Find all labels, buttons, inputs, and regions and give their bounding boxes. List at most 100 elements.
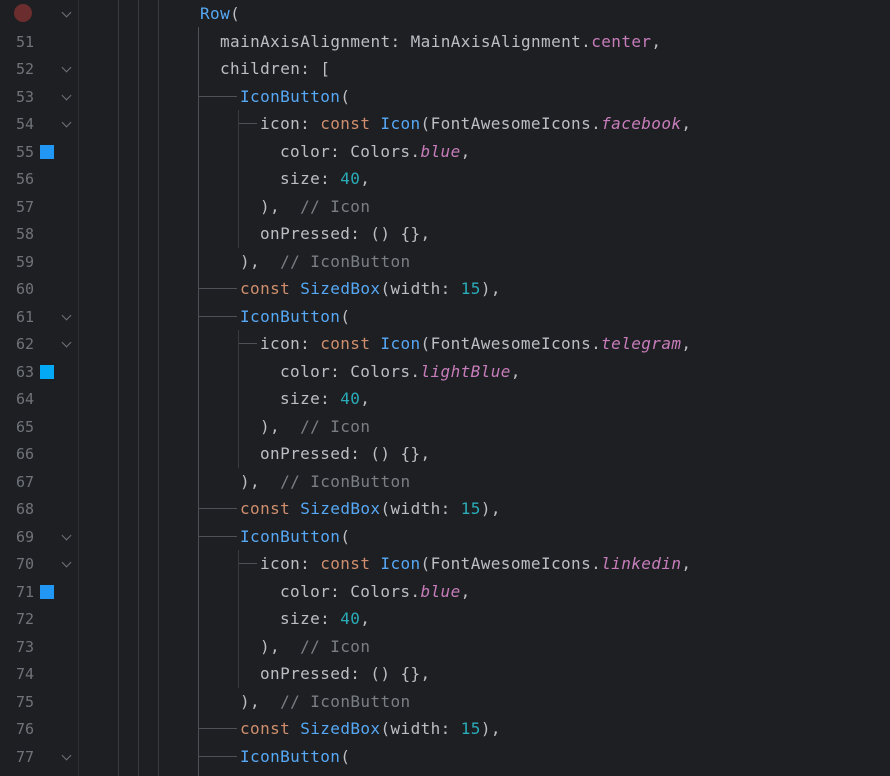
code-line[interactable]: 72 size: 40, [0, 605, 890, 633]
code-text[interactable]: onPressed: () {}, [260, 664, 431, 683]
code-text[interactable]: size: 40, [280, 389, 370, 408]
color-swatch-icon[interactable] [40, 144, 54, 159]
code-text[interactable]: IconButton( [240, 747, 350, 766]
tree-connector [198, 755, 237, 757]
code-line[interactable]: 55 color: Colors.blue, [0, 138, 890, 166]
code-text[interactable]: onPressed: () {}, [260, 444, 431, 463]
code-token: color: Colors. [280, 141, 421, 161]
code-text[interactable]: IconButton( [240, 307, 350, 326]
code-token: // IconButton [280, 691, 411, 711]
code-line[interactable]: 73), // Icon [0, 633, 890, 661]
code-token: ), [260, 416, 301, 436]
code-line[interactable]: 51 mainAxisAlignment: MainAxisAlignment.c… [0, 28, 890, 56]
code-token: icon: [260, 554, 321, 573]
fold-chevron-icon[interactable] [61, 530, 72, 540]
code-token: const [240, 499, 301, 518]
fold-chevron-icon[interactable] [61, 90, 72, 100]
code-token: IconButton [240, 86, 341, 106]
code-line[interactable]: 74 onPressed: () {}, [0, 660, 890, 688]
code-line[interactable]: 61 IconButton( [0, 303, 890, 331]
line-number: 51 [15, 32, 34, 51]
code-token: // Icon [300, 196, 371, 216]
code-line[interactable]: 70 icon: const Icon(FontAwesomeIcons.link… [0, 550, 890, 578]
code-text[interactable]: Row( [200, 4, 240, 23]
code-token: 40 [340, 389, 361, 408]
code-text[interactable]: const SizedBox(width: 15), [240, 279, 501, 298]
code-text[interactable]: ), // IconButton [240, 692, 411, 711]
code-token: ), [240, 471, 281, 491]
breakpoint-icon[interactable] [14, 4, 32, 22]
code-line[interactable]: 58 onPressed: () {}, [0, 220, 890, 248]
code-text[interactable]: size: 40, [280, 169, 370, 188]
code-line[interactable]: 59), // IconButton [0, 248, 890, 276]
fold-chevron-icon[interactable] [61, 557, 72, 568]
code-line[interactable]: 52 children: [ [0, 55, 890, 83]
code-text[interactable]: mainAxisAlignment: MainAxisAlignment.cen… [220, 32, 661, 51]
code-text[interactable]: onPressed: () {}, [260, 224, 431, 243]
code-line[interactable]: 66 onPressed: () {}, [0, 440, 890, 468]
code-token: // Icon [300, 636, 371, 656]
code-line[interactable]: 57), // Icon [0, 193, 890, 221]
code-token: blue [420, 581, 461, 601]
code-line[interactable]: Row( [0, 0, 890, 28]
code-line[interactable]: 77 IconButton( [0, 743, 890, 771]
code-token: SizedBox [300, 499, 381, 518]
line-number: 61 [15, 307, 34, 326]
code-token: SizedBox [300, 719, 381, 738]
fold-chevron-icon[interactable] [61, 62, 72, 73]
code-text[interactable]: ), // Icon [260, 417, 370, 436]
code-line[interactable]: 75), // IconButton [0, 688, 890, 716]
fold-chevron-icon[interactable] [61, 750, 72, 760]
code-text[interactable]: color: Colors.blue, [280, 582, 471, 601]
code-token: color: Colors. [280, 361, 421, 381]
code-text[interactable]: icon: const Icon(FontAwesomeIcons.facebo… [260, 114, 691, 133]
code-token: ), [260, 636, 301, 656]
tree-connector [198, 288, 237, 289]
code-text[interactable]: ), // IconButton [240, 252, 411, 271]
code-line[interactable]: 63 color: Colors.lightBlue, [0, 358, 890, 386]
code-token: size: [280, 389, 341, 408]
code-line[interactable]: 65), // Icon [0, 413, 890, 441]
code-line[interactable]: 53 IconButton( [0, 83, 890, 111]
code-text[interactable]: icon: const Icon(FontAwesomeIcons.linked… [260, 554, 691, 573]
code-line[interactable]: 60 const SizedBox(width: 15), [0, 275, 890, 303]
code-text[interactable]: size: 40, [280, 609, 370, 628]
code-editor[interactable]: Row( 51 mainAxisAlignment: MainAxisAlignme… [0, 0, 890, 776]
code-line[interactable]: 67), // IconButton [0, 468, 890, 496]
code-line[interactable]: 62 icon: const Icon(FontAwesomeIcons.tele… [0, 330, 890, 358]
code-text[interactable]: IconButton( [240, 87, 350, 106]
code-line[interactable]: 56 size: 40, [0, 165, 890, 193]
line-number: 77 [15, 747, 34, 766]
code-line[interactable]: 76 const SizedBox(width: 15), [0, 715, 890, 743]
code-line[interactable]: 68 const SizedBox(width: 15), [0, 495, 890, 523]
code-token: linkedin [601, 554, 682, 573]
fold-chevron-icon[interactable] [61, 117, 72, 128]
fold-chevron-icon[interactable] [61, 310, 72, 320]
code-token: const [320, 554, 381, 573]
tree-connector [198, 535, 237, 537]
code-token: IconButton [240, 526, 341, 546]
code-text[interactable]: icon: const Icon(FontAwesomeIcons.telegr… [260, 334, 691, 353]
code-text[interactable]: ), // IconButton [240, 472, 411, 491]
fold-chevron-icon[interactable] [61, 337, 72, 348]
indent-guide [238, 330, 239, 468]
code-token: , [651, 31, 662, 51]
code-text[interactable]: color: Colors.blue, [280, 142, 471, 161]
color-swatch-icon[interactable] [40, 584, 54, 599]
color-swatch-icon[interactable] [40, 364, 54, 379]
fold-chevron-icon[interactable] [61, 7, 72, 18]
code-line[interactable]: 69 IconButton( [0, 523, 890, 551]
code-text[interactable]: const SizedBox(width: 15), [240, 499, 501, 518]
code-text[interactable]: children: [ [220, 59, 330, 78]
code-line[interactable]: 71 color: Colors.blue, [0, 578, 890, 606]
code-token: const [240, 279, 301, 298]
code-token: size: [280, 609, 341, 628]
code-text[interactable]: const SizedBox(width: 15), [240, 719, 501, 738]
code-text[interactable]: ), // Icon [260, 197, 370, 216]
code-text[interactable]: color: Colors.lightBlue, [280, 362, 521, 381]
code-text[interactable]: IconButton( [240, 527, 350, 546]
line-number: 72 [15, 610, 34, 628]
code-line[interactable]: 64 size: 40, [0, 385, 890, 413]
code-line[interactable]: 54 icon: const Icon(FontAwesomeIcons.face… [0, 110, 890, 138]
code-text[interactable]: ), // Icon [260, 637, 370, 656]
